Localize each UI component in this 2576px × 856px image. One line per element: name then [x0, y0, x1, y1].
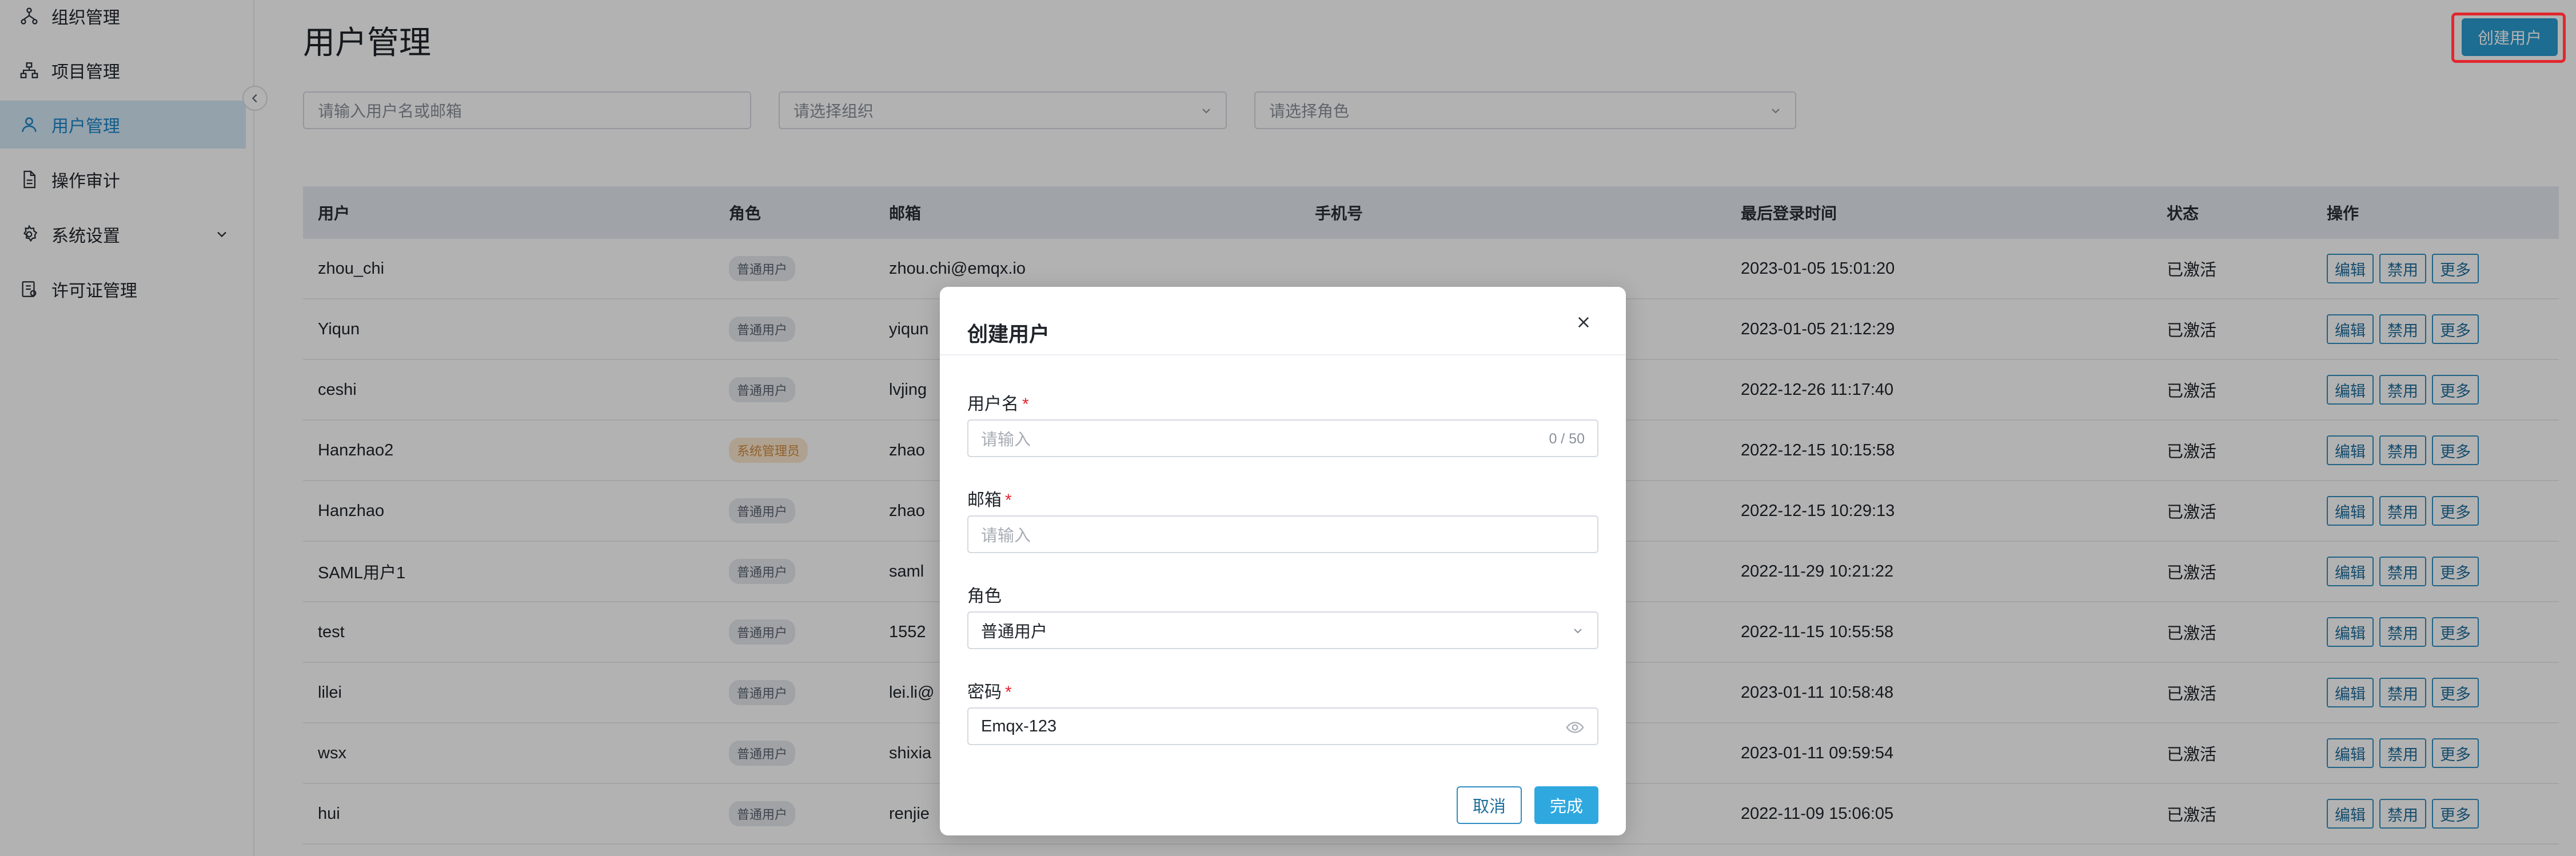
dialog-title: 创建用户 [967, 322, 1050, 346]
email-field[interactable]: 请输入 [967, 515, 1598, 553]
role-label-text: 角色 [967, 587, 1002, 606]
password-label-text: 密码 [967, 683, 1002, 702]
close-icon [1578, 317, 1589, 328]
close-button[interactable] [1572, 311, 1595, 334]
password-value: Emqx-123 [981, 717, 1057, 735]
required-mark: * [1005, 683, 1012, 702]
email-label: 邮箱 * [967, 486, 1012, 511]
chevron-down-icon [1574, 629, 1582, 634]
role-value: 普通用户 [981, 623, 1048, 641]
cancel-button[interactable]: 取消 [1457, 786, 1522, 824]
confirm-button[interactable]: 完成 [1534, 786, 1598, 824]
username-label: 用户名 * [967, 390, 1029, 415]
create-user-dialog: 创建用户 用户名 * 请输入 0 / 50 邮箱 * 请输入 角色 普通用户 密码 *… [940, 287, 1626, 835]
required-mark: * [1005, 491, 1012, 510]
password-field[interactable]: Emqx-123 [967, 707, 1598, 745]
eye-icon[interactable] [1565, 718, 1585, 737]
username-field[interactable]: 请输入 0 / 50 [967, 419, 1598, 457]
divider [940, 354, 1626, 355]
highlight-box [2451, 13, 2566, 63]
email-placeholder: 请输入 [981, 527, 1031, 545]
role-select-field[interactable]: 普通用户 [967, 611, 1598, 649]
email-label-text: 邮箱 [967, 491, 1002, 510]
username-placeholder: 请输入 [981, 431, 1031, 449]
role-label: 角色 [967, 582, 1002, 607]
username-counter: 0 / 50 [1549, 431, 1585, 447]
username-label-text: 用户名 [967, 395, 1019, 414]
required-mark: * [1022, 395, 1029, 414]
password-label: 密码 * [967, 678, 1012, 703]
